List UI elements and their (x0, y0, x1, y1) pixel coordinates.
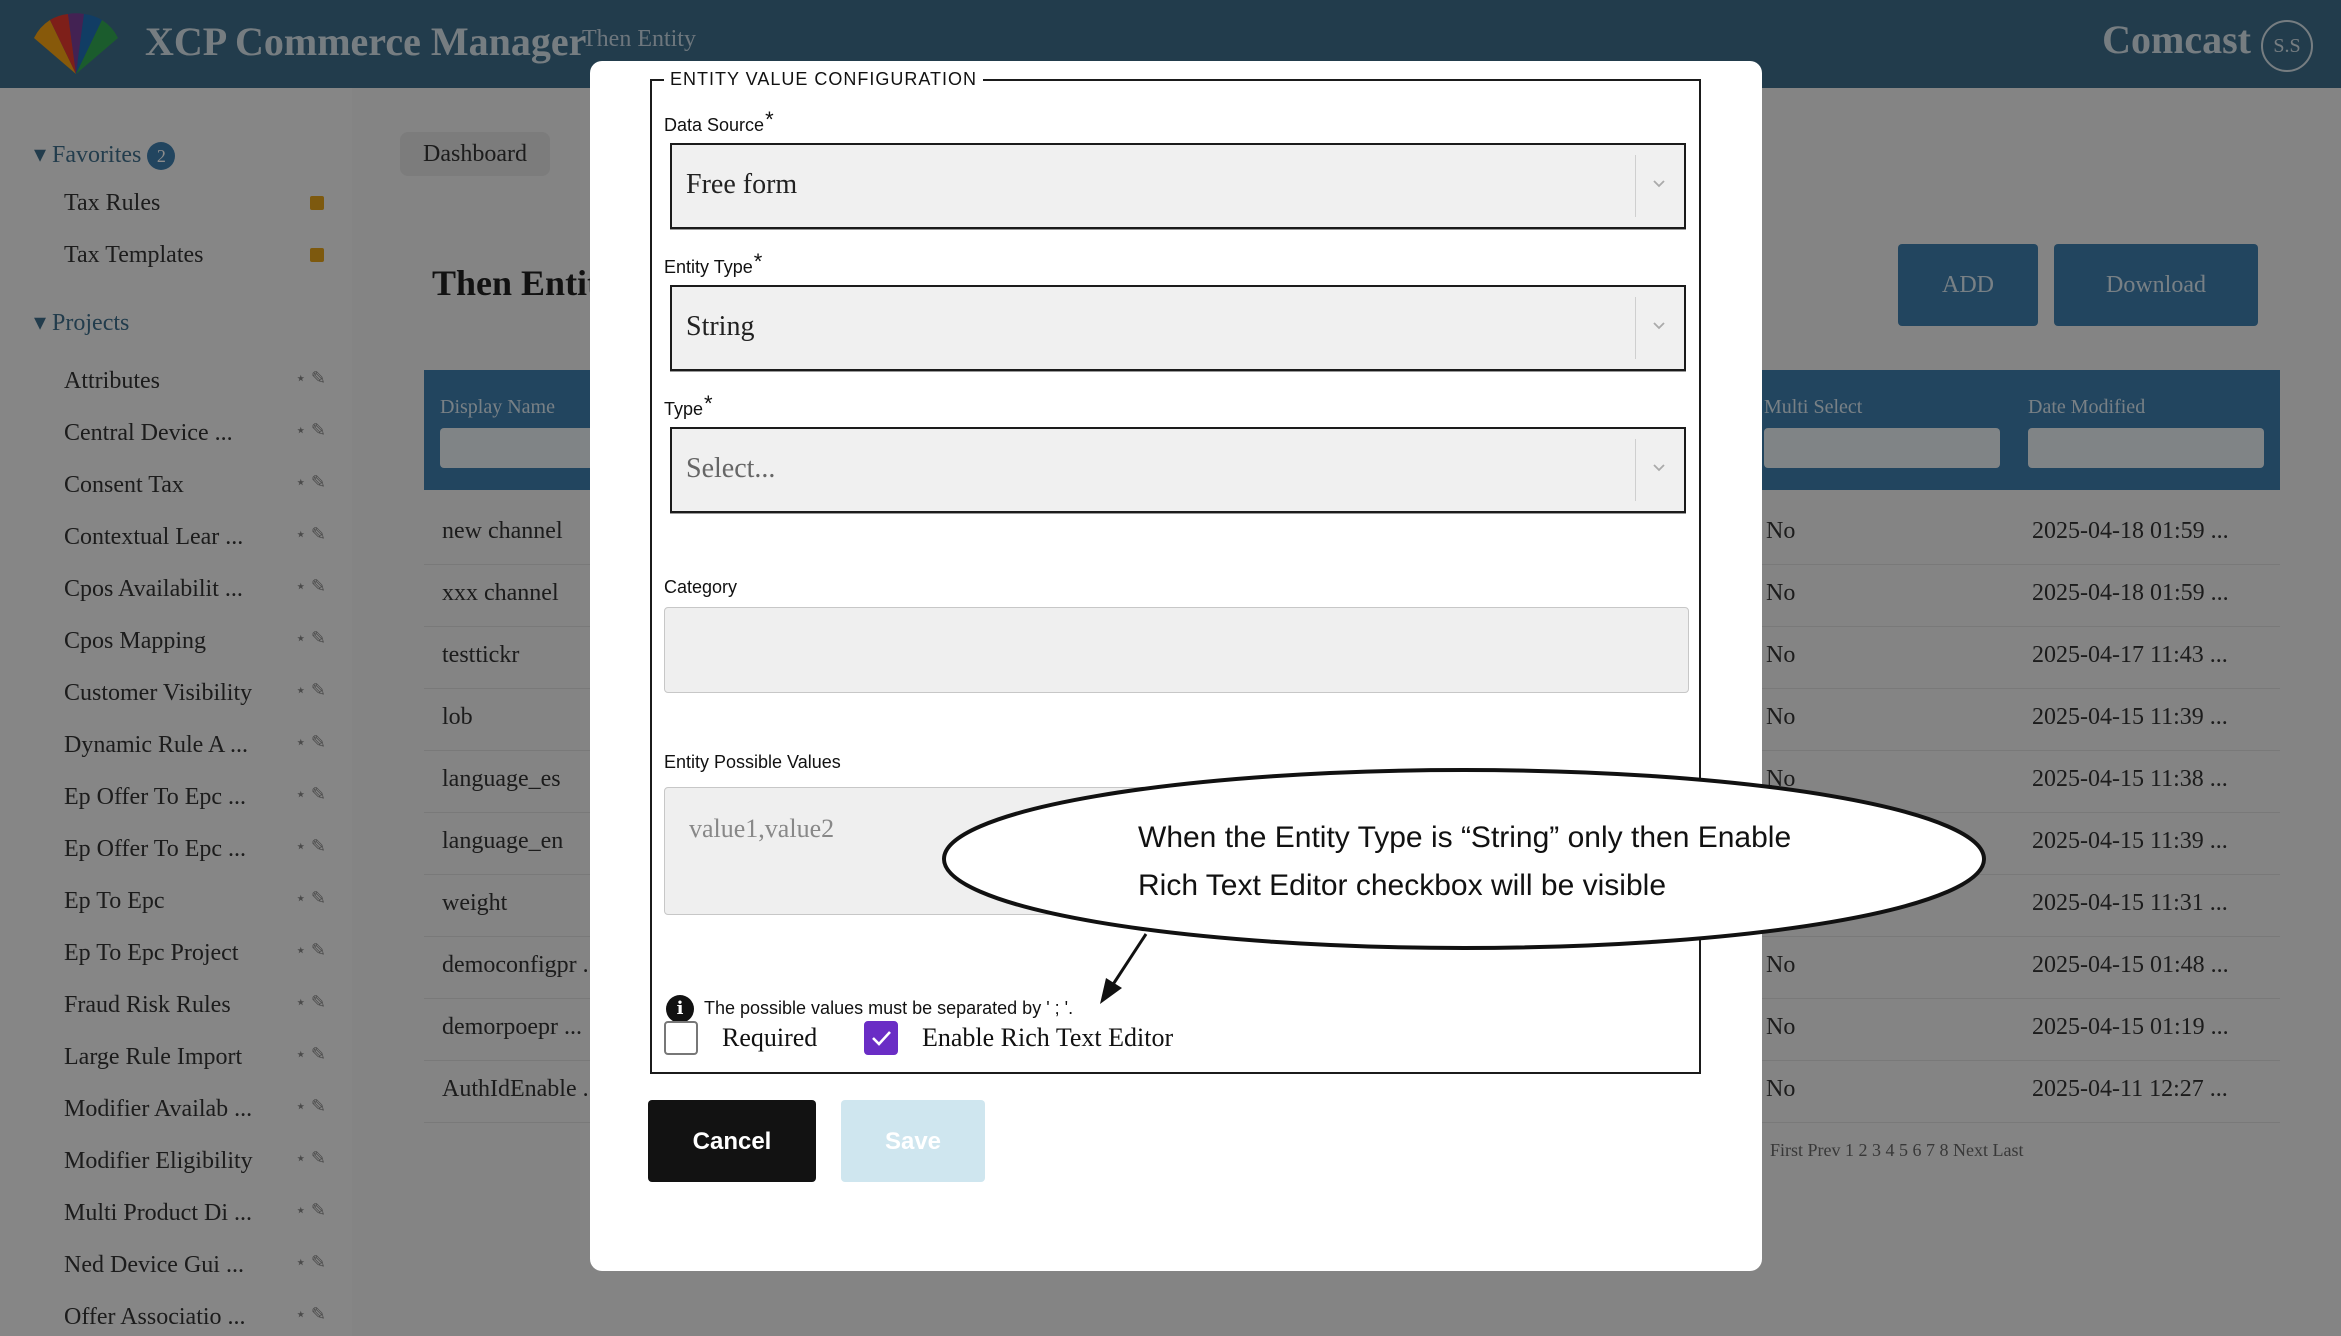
type-select[interactable]: Select... (670, 427, 1686, 513)
possible-values-hint: i The possible values must be separated b… (666, 995, 1073, 1023)
required-checkbox[interactable] (664, 1021, 698, 1055)
type-placeholder: Select... (686, 453, 776, 484)
select-separator (1635, 155, 1636, 217)
select-separator (1635, 297, 1636, 359)
cancel-button[interactable]: Cancel (648, 1100, 816, 1182)
entity-type-label: Entity Type* (664, 249, 763, 277)
info-icon: i (666, 995, 694, 1023)
entity-type-value: String (686, 311, 755, 342)
enable-rich-text-label[interactable]: Enable Rich Text Editor (922, 1023, 1173, 1053)
entity-possible-values-label: Entity Possible Values (664, 752, 841, 772)
type-label: Type* (664, 391, 713, 419)
fieldset-legend: ENTITY VALUE CONFIGURATION (664, 69, 984, 90)
chevron-down-icon (1653, 180, 1665, 188)
data-source-value: Free form (686, 169, 798, 200)
annotation-arrow (1100, 933, 1148, 1004)
possible-values-hint-text: The possible values must be separated by… (704, 997, 1074, 1018)
possible-values-placeholder: value1,value2 (689, 814, 835, 843)
chevron-down-icon (1653, 322, 1665, 330)
data-source-label: Data Source* (664, 107, 774, 135)
chevron-down-icon (1653, 464, 1665, 472)
data-source-select[interactable]: Free form (670, 143, 1686, 229)
enable-rich-text-checkbox[interactable] (864, 1021, 898, 1055)
checkmark-icon (872, 1031, 891, 1046)
save-button[interactable]: Save (841, 1100, 985, 1182)
required-checkbox-label[interactable]: Required (722, 1023, 817, 1053)
annotation-text: When the Entity Type is “String” only th… (1138, 821, 1792, 902)
entity-type-select[interactable]: String (670, 285, 1686, 371)
entity-value-modal: ENTITY VALUE CONFIGURATION Data Source* … (590, 61, 1762, 1271)
category-input[interactable] (664, 607, 1689, 693)
category-label: Category (664, 577, 738, 597)
select-separator (1635, 439, 1636, 501)
